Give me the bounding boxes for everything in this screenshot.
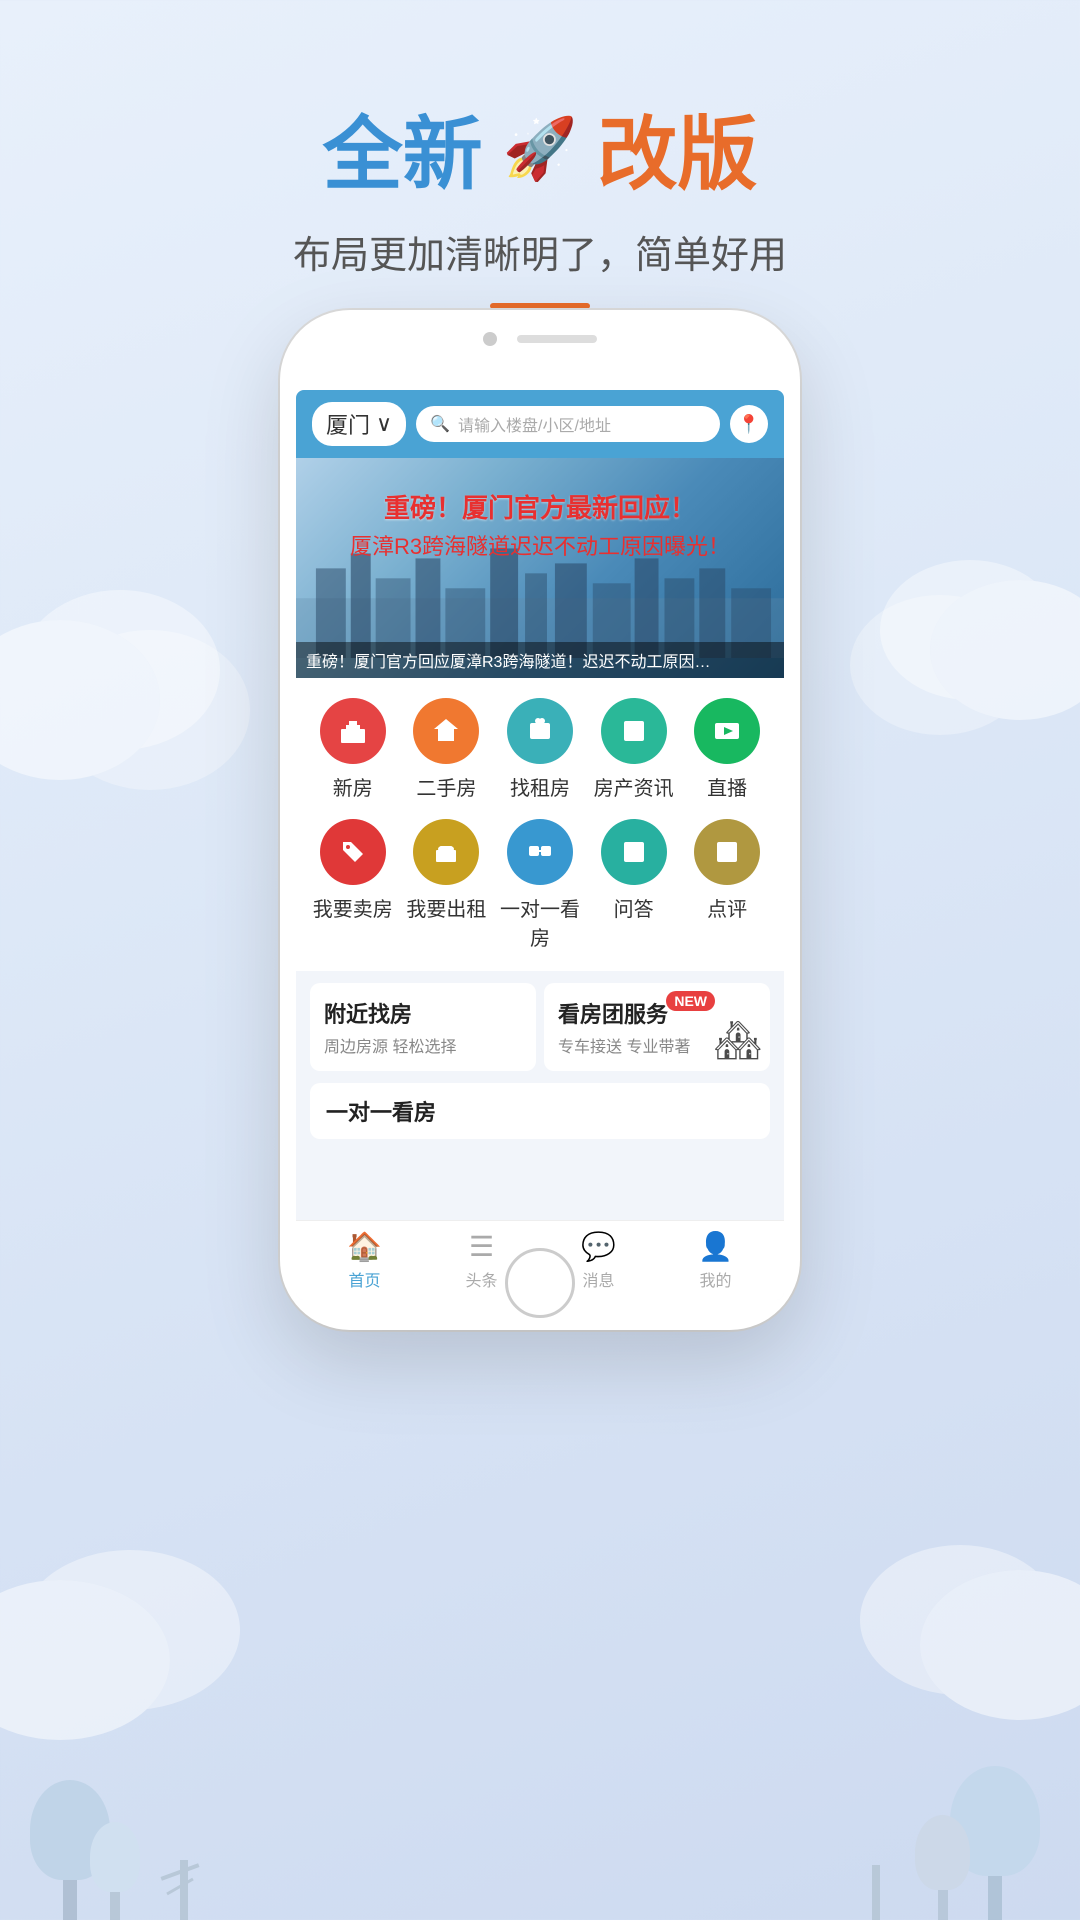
header-subtitle: 布局更加清晰明了，简单好用 [0, 224, 1080, 279]
nav-profile[interactable]: 👤 我的 [664, 1230, 767, 1291]
menu-row-2: 我要卖房 我要出租 一对一看房 [306, 819, 774, 951]
menu-item-qa[interactable]: ? 问答 [594, 819, 674, 951]
header-divider [490, 303, 590, 309]
review-icon [694, 819, 760, 885]
menu-item-one-to-one[interactable]: 一对一看房 [500, 819, 580, 951]
rocket-icon: 🚀 [503, 113, 578, 184]
camera-dot [483, 332, 497, 346]
headlines-icon: ☰ [469, 1230, 494, 1263]
one-to-one-icon [507, 819, 573, 885]
banner-text-area: 重磅！厦门官方最新回应！ 厦漳R3跨海隧道迟迟不动工原因曝光！ [296, 488, 784, 561]
phone-mockup: 厦门 ∨ 🔍 请输入楼盘/小区/地址 📍 [280, 310, 800, 1330]
menu-item-sell[interactable]: 我要卖房 [313, 819, 393, 951]
bg-cloud-bottom-left [0, 1580, 170, 1740]
new-house-label: 新房 [333, 772, 373, 801]
banner-title: 重磅！厦门官方最新回应！ [316, 488, 764, 525]
news-icon [601, 698, 667, 764]
title-left: 全新 [323, 90, 483, 206]
speaker-bar [517, 335, 597, 343]
menu-item-new-house[interactable]: 新房 [313, 698, 393, 801]
bg-cloud-bottom-right [920, 1570, 1080, 1720]
second-hand-icon [413, 698, 479, 764]
review-label: 点评 [707, 893, 747, 922]
dropdown-arrow: ∨ [376, 411, 392, 437]
live-icon [694, 698, 760, 764]
new-badge: NEW [666, 991, 715, 1011]
lease-icon [413, 819, 479, 885]
tree-decoration [0, 1720, 1080, 1920]
nav-profile-label: 我的 [699, 1267, 731, 1291]
messages-icon: 💬 [581, 1230, 616, 1263]
menu-item-news[interactable]: 房产资讯 [594, 698, 674, 801]
banner-subtitle: 厦漳R3跨海隧道迟迟不动工原因曝光！ [316, 529, 764, 561]
svg-text:?: ? [630, 844, 638, 860]
qa-icon: ? [601, 819, 667, 885]
nearby-title: 附近找房 [324, 997, 522, 1029]
banner-bottom-bar: 重磅！厦门官方回应厦漳R3跨海隧道！迟迟不动工原因… [296, 642, 784, 678]
city-name: 厦门 [326, 408, 370, 440]
phone-screen: 厦门 ∨ 🔍 请输入楼盘/小区/地址 📍 [296, 390, 784, 1300]
phone-home-button[interactable] [505, 1248, 575, 1318]
title-right: 改版 [597, 90, 757, 206]
search-icon: 🔍 [430, 414, 450, 434]
sell-icon [320, 819, 386, 885]
search-placeholder: 请输入楼盘/小区/地址 [458, 412, 611, 436]
menu-item-lease[interactable]: 我要出租 [406, 819, 486, 951]
menu-item-rent[interactable]: 找租房 [500, 698, 580, 801]
city-selector[interactable]: 厦门 ∨ [312, 402, 406, 446]
header-section: 全新 🚀 改版 布局更加清晰明了，简单好用 [0, 90, 1080, 309]
sell-label: 我要卖房 [313, 893, 393, 922]
nav-headlines-label: 头条 [465, 1267, 497, 1291]
menu-item-review[interactable]: 点评 [687, 819, 767, 951]
building-icon: 🏘 [714, 1019, 762, 1063]
lease-label: 我要出租 [406, 893, 486, 922]
one-to-one-card-title: 一对一看房 [326, 1095, 754, 1127]
home-icon: 🏠 [347, 1230, 382, 1263]
nearby-sub: 周边房源 轻松选择 [324, 1033, 522, 1057]
tour-card[interactable]: NEW 看房团服务 专车接送 专业带著 🏘 [544, 983, 770, 1071]
profile-icon: 👤 [698, 1230, 733, 1263]
location-icon: 📍 [738, 414, 760, 435]
phone-notch [483, 332, 597, 346]
nav-messages-label: 消息 [582, 1267, 614, 1291]
nav-home[interactable]: 🏠 首页 [313, 1230, 416, 1291]
second-hand-label: 二手房 [416, 772, 476, 801]
menu-item-live[interactable]: 直播 [687, 698, 767, 801]
banner[interactable]: 重磅！厦门官方最新回应！ 厦漳R3跨海隧道迟迟不动工原因曝光！ 重磅！厦门官方回… [296, 458, 784, 678]
location-button[interactable]: 📍 [730, 405, 768, 443]
qa-label: 问答 [614, 893, 654, 922]
menu-row-1: 新房 二手房 找租房 [306, 698, 774, 801]
rent-icon [507, 698, 573, 764]
nav-home-label: 首页 [348, 1267, 380, 1291]
new-house-icon [320, 698, 386, 764]
one-to-one-label: 一对一看房 [500, 893, 580, 951]
search-bar[interactable]: 🔍 请输入楼盘/小区/地址 [416, 406, 720, 442]
rent-label: 找租房 [510, 772, 570, 801]
one-to-one-card[interactable]: 一对一看房 [310, 1083, 770, 1139]
app-header: 厦门 ∨ 🔍 请输入楼盘/小区/地址 📍 [296, 390, 784, 458]
banner-bottom-text: 重磅！厦门官方回应厦漳R3跨海隧道！迟迟不动工原因… [306, 654, 710, 671]
menu-item-second-hand[interactable]: 二手房 [406, 698, 486, 801]
header-title: 全新 🚀 改版 [0, 90, 1080, 206]
bg-cloud-left [0, 620, 160, 780]
live-label: 直播 [707, 772, 747, 801]
menu-grid: 新房 二手房 找租房 [296, 678, 784, 971]
bottom-cards: 附近找房 周边房源 轻松选择 NEW 看房团服务 专车接送 专业带著 🏘 [296, 977, 784, 1077]
phone-outer: 厦门 ∨ 🔍 请输入楼盘/小区/地址 📍 [280, 310, 800, 1330]
bg-cloud-right [930, 580, 1080, 720]
nearby-card[interactable]: 附近找房 周边房源 轻松选择 [310, 983, 536, 1071]
news-label: 房产资讯 [594, 772, 674, 801]
